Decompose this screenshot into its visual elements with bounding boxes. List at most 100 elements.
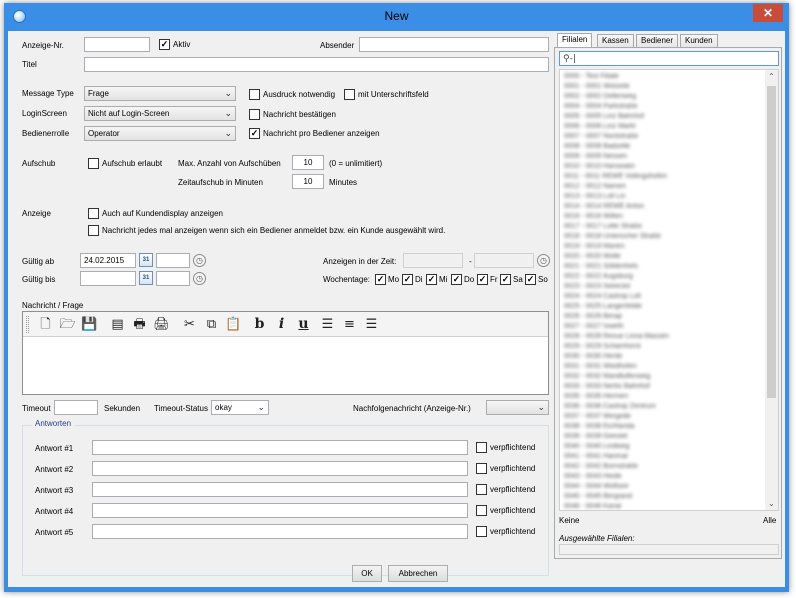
max-aufschub-input[interactable]: 10 — [292, 155, 324, 170]
list-item[interactable]: 0039 - 0039 Geestel — [564, 432, 627, 442]
answer-input-2[interactable] — [92, 461, 468, 476]
title-bar[interactable]: New ✕ — [4, 3, 789, 31]
bedienerrolle-select[interactable]: Operator ⌄ — [84, 126, 236, 141]
zeit-von-input[interactable] — [403, 253, 463, 268]
list-item[interactable]: 0005 - 0005 Linz Bahnhof — [564, 112, 644, 122]
list-item[interactable]: 0046 - 0046 Kanal — [564, 502, 621, 510]
pro-bediener-checkbox[interactable]: ✓ — [249, 128, 260, 139]
abbrechen-button[interactable]: Abbrechen — [388, 565, 448, 582]
answer-input-3[interactable] — [92, 482, 468, 497]
message-editor[interactable]: 🗋 🗁 💾 ▤ 🖶 🖨 ✂ ⧉ 📋 b i u ☰ ≡ ☰ — [22, 311, 549, 395]
nachfolge-select[interactable]: ⌄ — [486, 400, 549, 415]
gueltig-bis-input[interactable] — [80, 271, 136, 286]
day-checkbox-mo[interactable]: ✓ — [375, 274, 386, 285]
tab-kunden[interactable]: Kunden — [680, 34, 718, 47]
filialen-list[interactable]: 0000 - Test Filiale 0001 - 0001 Wolzeile… — [559, 69, 779, 511]
list-item[interactable]: 0024 - 0024 Castrop Loll — [564, 292, 641, 302]
clock-icon[interactable]: ◷ — [193, 254, 206, 267]
message-type-select[interactable]: Frage ⌄ — [84, 86, 236, 101]
gueltig-ab-input[interactable]: 24.02.2015 — [80, 253, 136, 268]
list-item[interactable]: 0001 - 0001 Wolzeile — [564, 82, 630, 92]
new-document-icon[interactable]: 🗋 — [37, 316, 54, 333]
list-item[interactable]: 0037 - 0037 Mergede — [564, 412, 631, 422]
aktiv-checkbox[interactable]: ✓ — [159, 39, 170, 50]
absender-input[interactable] — [359, 37, 549, 52]
scroll-up-icon[interactable]: ⌃ — [765, 70, 778, 83]
tab-kassen[interactable]: Kassen — [597, 34, 634, 47]
tab-bediener[interactable]: Bediener — [636, 34, 679, 47]
list-item[interactable]: 0033 - 0033 Nerbs Bahnhof — [564, 382, 650, 392]
day-checkbox-di[interactable]: ✓ — [402, 274, 413, 285]
align-right-icon[interactable]: ☰ — [363, 316, 380, 333]
list-item[interactable]: 0000 - Test Filiale — [564, 72, 619, 82]
list-item[interactable]: 0035 - 0035 Hermen — [564, 392, 628, 402]
list-item[interactable]: 0029 - 0029 Schamhorst — [564, 342, 641, 352]
paste-icon[interactable]: 📋 — [225, 316, 242, 333]
list-item[interactable]: 0010 - 0010 Hanseatin — [564, 162, 635, 172]
zeit-bis-input[interactable] — [474, 253, 534, 268]
alle-link[interactable]: Alle — [763, 516, 776, 525]
list-item[interactable]: 0041 - 0041 Hanmar — [564, 452, 628, 462]
list-item[interactable]: 0026 - 0026 Berap — [564, 312, 622, 322]
ausdruck-checkbox[interactable] — [249, 89, 260, 100]
gueltig-bis-time-input[interactable] — [156, 271, 190, 286]
verpflichtend-checkbox-3[interactable] — [476, 484, 487, 495]
keine-link[interactable]: Keine — [559, 516, 579, 525]
search-input[interactable]: ⚲-| — [559, 51, 779, 66]
cut-icon[interactable]: ✂ — [181, 316, 198, 333]
italic-icon[interactable]: i — [273, 316, 290, 333]
list-item[interactable]: 0012 - 0012 Namen — [564, 182, 626, 192]
timeout-input[interactable] — [54, 400, 98, 415]
gueltig-ab-time-input[interactable] — [156, 253, 190, 268]
list-item[interactable]: 0002 - 0002 Dellenweg — [564, 92, 636, 102]
list-item[interactable]: 0011 - 0011 REWE Vollingshofen — [564, 172, 667, 182]
verpflichtend-checkbox-4[interactable] — [476, 505, 487, 516]
nachricht-bestaetigen-checkbox[interactable] — [249, 109, 260, 120]
timeout-status-select[interactable]: okay ⌄ — [211, 400, 269, 415]
list-item[interactable]: 0007 - 0007 Nordstraße — [564, 132, 638, 142]
anzeige-nr-input[interactable] — [84, 37, 150, 52]
close-button[interactable]: ✕ — [753, 4, 783, 22]
list-item[interactable]: 0013 - 0013 Loll Lin — [564, 192, 626, 202]
answer-input-4[interactable] — [92, 503, 468, 518]
unterschrift-checkbox[interactable] — [344, 89, 355, 100]
copy-icon[interactable]: ⧉ — [203, 316, 220, 333]
list-item[interactable]: 0004 - 0004 Parkstraße — [564, 102, 638, 112]
day-checkbox-so[interactable]: ✓ — [525, 274, 536, 285]
list-item[interactable]: 0028 - 0028 Revue Linna Massen — [564, 332, 669, 342]
list-item[interactable]: 0031 - 0031 Wiedhofen — [564, 362, 637, 372]
clock-icon[interactable]: ◷ — [537, 254, 550, 267]
calendar-icon[interactable]: 31 — [139, 271, 153, 285]
underline-icon[interactable]: u — [295, 316, 312, 333]
open-folder-icon[interactable]: 🗁 — [59, 316, 76, 333]
tab-filialen[interactable]: Filialen — [557, 33, 593, 47]
list-item[interactable]: 0045 - 0045 Bergrand — [564, 492, 632, 502]
titel-input[interactable] — [84, 57, 549, 72]
day-checkbox-sa[interactable]: ✓ — [500, 274, 511, 285]
verpflichtend-checkbox-1[interactable] — [476, 442, 487, 453]
list-item[interactable]: 0018 - 0018 Unterocher Straße — [564, 232, 661, 242]
list-item[interactable]: 0020 - 0020 Wolle — [564, 252, 621, 262]
list-item[interactable]: 0019 - 0019 Marien — [564, 242, 625, 252]
list-item[interactable]: 0030 - 0030 Herde — [564, 352, 622, 362]
scroll-down-icon[interactable]: ⌄ — [765, 497, 778, 510]
list-item[interactable]: 0044 - 0044 Wolfsee — [564, 482, 628, 492]
list-item[interactable]: 0027 - 0027 Ixweth — [564, 322, 624, 332]
answer-input-5[interactable] — [92, 524, 468, 539]
page-icon[interactable]: ▤ — [109, 316, 126, 333]
list-item[interactable]: 0022 - 0022 Augsburg — [564, 272, 633, 282]
calendar-icon[interactable]: 31 — [139, 253, 153, 267]
print-preview-icon[interactable]: 🖨 — [153, 316, 170, 333]
list-item[interactable]: 0036 - 0036 Castrop Zentrum — [564, 402, 656, 412]
day-checkbox-do[interactable]: ✓ — [451, 274, 462, 285]
list-item[interactable]: 0021 - 0021 Söldenhels — [564, 262, 638, 272]
list-item[interactable]: 0043 - 0043 Heide — [564, 472, 622, 482]
list-item[interactable]: 0017 - 0017 Lotte Straße — [564, 222, 642, 232]
login-screen-select[interactable]: Nicht auf Login-Screen ⌄ — [84, 106, 236, 121]
align-center-icon[interactable]: ≡ — [341, 316, 358, 333]
list-item[interactable]: 0025 - 0025 Langenfelde — [564, 302, 642, 312]
list-item[interactable]: 0009 - 0009 Nessen — [564, 152, 627, 162]
list-item[interactable]: 0040 - 0040 Lindweg — [564, 442, 629, 452]
day-checkbox-fr[interactable]: ✓ — [477, 274, 488, 285]
ok-button[interactable]: OK — [352, 565, 382, 582]
